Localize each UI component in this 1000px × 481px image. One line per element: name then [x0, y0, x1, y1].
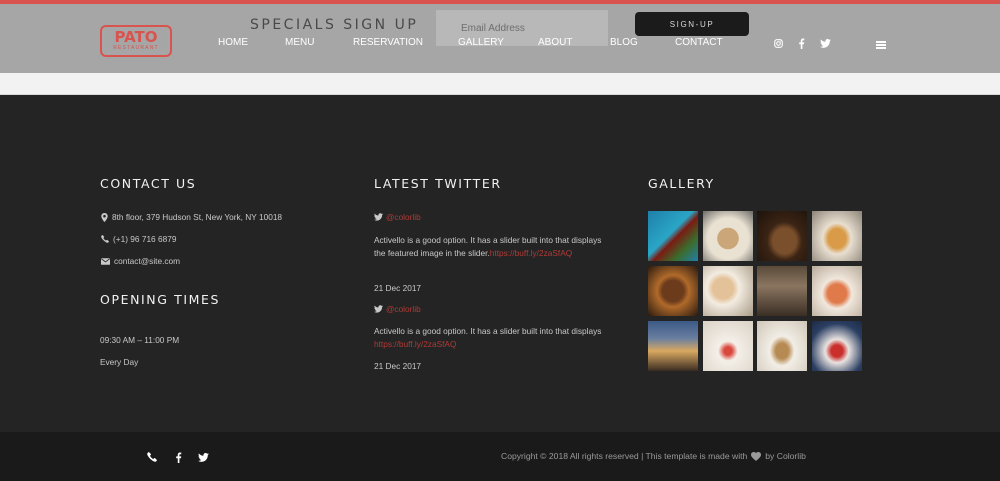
- nav-about[interactable]: ABOUT: [538, 37, 572, 48]
- tweet-handle[interactable]: @colorlib: [374, 304, 421, 314]
- opening-title: OPENING TIMES: [100, 292, 221, 307]
- colorlib-credit[interactable]: by Colorlib: [765, 451, 806, 461]
- site-header: PATO RESTAURANT SPECIALS SIGN UP SIGN-UP…: [0, 4, 1000, 73]
- address-line: 8th floor, 379 Hudson St, New York, NY 1…: [101, 212, 282, 222]
- phone-text: (+1) 96 716 6879: [113, 234, 177, 244]
- gallery-photo-city[interactable]: [648, 321, 698, 371]
- gallery-photo-shrimp[interactable]: [812, 266, 862, 316]
- instagram-icon[interactable]: [771, 36, 785, 50]
- heart-icon: [751, 451, 762, 461]
- tweet-text: Activello is a good option. It has a sli…: [374, 325, 604, 351]
- phone-icon: [101, 235, 109, 243]
- gallery-photo-interior[interactable]: [757, 266, 807, 316]
- nav-reservation[interactable]: RESERVATION: [353, 37, 423, 48]
- tweet-handle-text: @colorlib: [386, 304, 421, 314]
- nav-blog[interactable]: BLOG: [610, 37, 638, 48]
- tweet-body: Activello is a good option. It has a sli…: [374, 326, 602, 336]
- header-divider-band: [0, 73, 1000, 95]
- opening-days: Every Day: [100, 357, 139, 367]
- address-text: 8th floor, 379 Hudson St, New York, NY 1…: [112, 212, 283, 222]
- tweet-date: 21 Dec 2017: [374, 361, 422, 371]
- gallery-photo-dining-table[interactable]: [703, 211, 753, 261]
- nav-menu[interactable]: MENU: [285, 37, 314, 48]
- twitter-icon: [374, 213, 383, 221]
- twitter-icon[interactable]: [196, 450, 210, 464]
- tweet-link[interactable]: https://buff.ly/2zaSfAQ: [490, 248, 572, 258]
- map-marker-icon: [101, 212, 108, 222]
- email-text[interactable]: contact@site.com: [114, 256, 180, 266]
- gallery-photo-steak[interactable]: [757, 211, 807, 261]
- facebook-icon[interactable]: [171, 450, 185, 464]
- twitter-icon: [374, 305, 383, 313]
- opening-hours: 09:30 AM – 11:00 PM: [100, 335, 180, 345]
- gallery-grid: [648, 211, 862, 371]
- copyright-text: Copyright © 2018 All rights reserved | T…: [501, 451, 748, 461]
- signup-button[interactable]: SIGN-UP: [635, 12, 749, 36]
- specials-signup-title: SPECIALS SIGN UP: [250, 17, 419, 33]
- gallery-photo-plated[interactable]: [757, 321, 807, 371]
- gallery-photo-salad[interactable]: [648, 211, 698, 261]
- phone-line: (+1) 96 716 6879: [101, 234, 176, 244]
- facebook-icon[interactable]: [794, 36, 808, 50]
- tweet-link[interactable]: https://buff.ly/2zaSfAQ: [374, 339, 456, 349]
- hamburger-menu-icon[interactable]: [876, 41, 886, 49]
- nav-gallery[interactable]: GALLERY: [458, 37, 504, 48]
- nav-contact[interactable]: CONTACT: [675, 37, 723, 48]
- gallery-photo-breakfast[interactable]: [703, 266, 753, 316]
- nav-home[interactable]: HOME: [218, 37, 248, 48]
- gallery-photo-steak-plate[interactable]: [648, 266, 698, 316]
- tweet-text: Activello is a good option. It has a sli…: [374, 234, 604, 260]
- gallery-photo-dessert[interactable]: [703, 321, 753, 371]
- gallery-photo-hands[interactable]: [812, 321, 862, 371]
- tweet-date: 21 Dec 2017: [374, 283, 422, 293]
- contact-title: CONTACT US: [100, 176, 197, 191]
- gallery-photo-fish[interactable]: [812, 211, 862, 261]
- twitter-icon[interactable]: [818, 36, 832, 50]
- tweet-handle-text: @colorlib: [386, 212, 421, 222]
- envelope-icon: [101, 257, 110, 265]
- copyright: Copyright © 2018 All rights reserved | T…: [501, 451, 806, 461]
- tweet-handle[interactable]: @colorlib: [374, 212, 421, 222]
- phone-icon[interactable]: [145, 450, 159, 464]
- gallery-title: GALLERY: [648, 176, 715, 191]
- main-nav: HOME MENU RESERVATION GALLERY ABOUT BLOG…: [0, 37, 1000, 51]
- twitter-title: LATEST TWITTER: [374, 176, 502, 191]
- email-line: contact@site.com: [101, 256, 180, 266]
